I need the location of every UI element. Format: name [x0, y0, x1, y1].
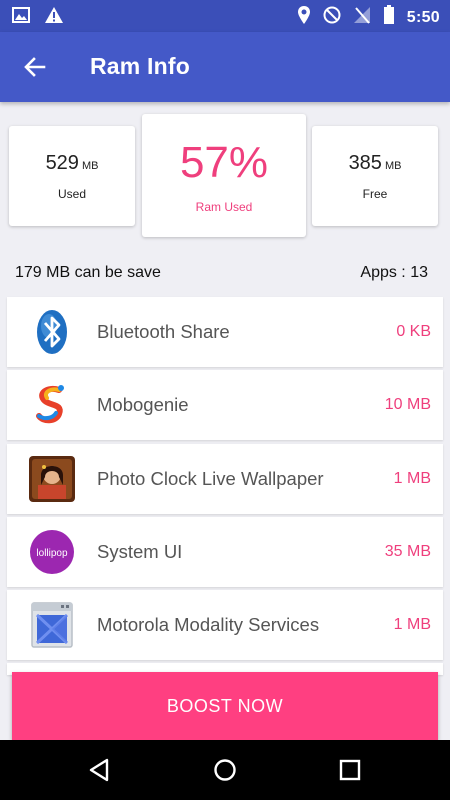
app-size: 0 KB	[396, 323, 431, 340]
location-icon	[297, 5, 311, 30]
app-size: 35 MB	[384, 542, 431, 560]
bluetooth-icon	[27, 308, 77, 356]
page-title: Ram Info	[90, 53, 190, 79]
arrow-left-icon	[24, 57, 46, 77]
free-memory-card: 385 MB Free	[312, 126, 438, 226]
no-signal-icon	[353, 6, 371, 29]
list-item[interactable]: lollipop System UI 35 MB	[7, 516, 443, 587]
back-triangle-icon	[89, 758, 109, 782]
free-memory-value: 385 MB	[348, 152, 402, 174]
app-name: System UI	[97, 540, 183, 562]
app-name: Bluetooth Share	[97, 321, 230, 342]
lollipop-icon: lollipop	[27, 528, 77, 576]
apps-count-text: Apps : 13	[360, 264, 428, 281]
app-size: 1 MB	[393, 616, 431, 634]
battery-icon	[383, 5, 395, 30]
app-name: Motorola Modality Services	[97, 614, 320, 636]
used-memory-value: 529 MB	[45, 152, 99, 174]
lollipop-icon-text: lollipop	[36, 548, 68, 559]
back-button[interactable]	[20, 52, 50, 82]
status-bar: 5:50	[0, 0, 450, 32]
saveable-memory-text: 179 MB can be save	[15, 264, 161, 281]
app-size: 10 MB	[384, 396, 431, 414]
mobogenie-icon	[27, 381, 77, 429]
list-item[interactable]: Mobogenie 10 MB	[7, 370, 443, 441]
clock-time: 5:50	[406, 8, 440, 26]
ram-used-card: 57% Ram Used	[142, 114, 306, 237]
navigation-bar	[0, 740, 450, 800]
photo-clock-icon	[27, 455, 77, 503]
recents-square-icon	[339, 759, 361, 781]
app-name: Mobogenie	[97, 394, 189, 416]
list-item[interactable]: Photo Clock Live Wallpaper 1 MB	[7, 443, 443, 514]
image-icon	[12, 6, 30, 29]
nav-back-button[interactable]	[85, 755, 115, 785]
motorola-modality-icon	[27, 601, 77, 649]
list-item[interactable]: Bluetooth Share 0 KB	[7, 297, 443, 367]
home-circle-icon	[214, 759, 236, 781]
ram-used-label: Ram Used	[195, 200, 253, 214]
warning-icon	[44, 6, 64, 29]
used-memory-card: 529 MB Used	[9, 126, 135, 226]
app-name: Photo Clock Live Wallpaper	[97, 467, 324, 489]
nav-recents-button[interactable]	[335, 755, 365, 785]
app-list[interactable]: Bluetooth Share 0 KB Mobogenie 10 MB Pho…	[7, 297, 443, 676]
nav-home-button[interactable]	[210, 755, 240, 785]
app-bar: Ram Info	[0, 32, 450, 102]
free-memory-label: Free	[362, 187, 388, 201]
app-size: 1 MB	[393, 469, 431, 487]
do-not-disturb-icon	[323, 6, 341, 29]
boost-now-button[interactable]: BOOST NOW	[12, 672, 438, 740]
ram-used-percent: 57%	[179, 138, 269, 187]
used-memory-label: Used	[57, 187, 86, 201]
list-item[interactable]: Motorola Modality Services 1 MB	[7, 590, 443, 661]
